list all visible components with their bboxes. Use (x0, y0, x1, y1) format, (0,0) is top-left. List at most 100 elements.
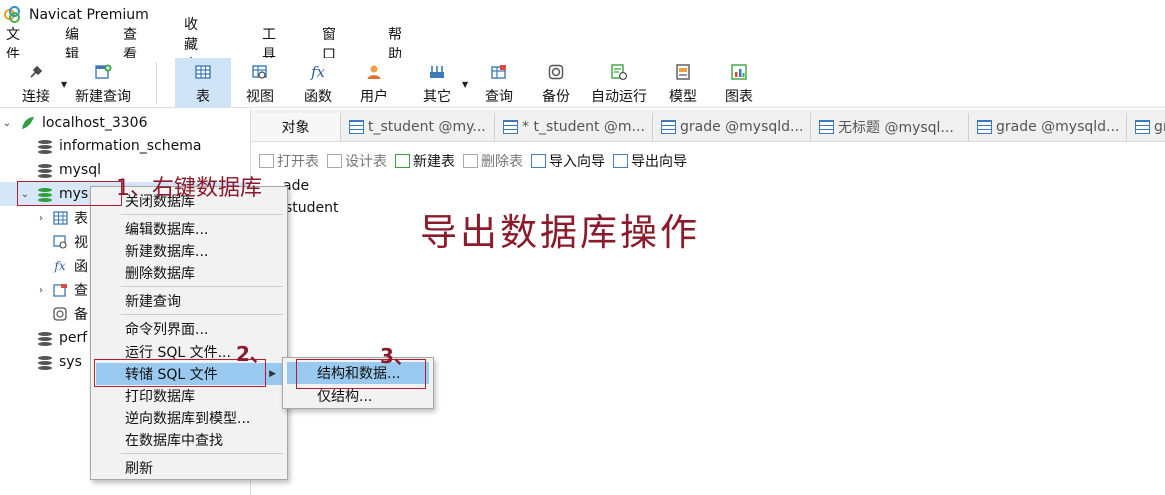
tree-item-views[interactable]: 视 (52, 230, 88, 254)
tree-connection-localhost[interactable]: ⌄ localhost_3306 (2, 111, 148, 135)
object-toolbar: 打开表 设计表 新建表 删除表 导入向导 导出向导 (251, 148, 695, 174)
view-button[interactable]: 视图 (238, 58, 282, 108)
query-icon (490, 63, 508, 81)
chevron-down-icon[interactable]: ⌄ (2, 118, 12, 129)
tree-db-information-schema[interactable]: information_schema (38, 134, 202, 158)
user-button[interactable]: 用户 (352, 58, 396, 108)
menu-new-database[interactable]: 新建数据库... (91, 240, 287, 262)
view-icon (251, 63, 269, 81)
chart-icon (730, 63, 748, 81)
menu-delete-database[interactable]: 删除数据库 (91, 262, 287, 284)
annotation-step2: 2、 (236, 342, 270, 366)
database-icon (38, 355, 52, 370)
toolbar-separator (156, 62, 157, 104)
other-button[interactable]: 其它 (415, 58, 459, 108)
main-toolbar: 连接 ▼ 新建查询 表 视图 fx 函数 用户 其它 ▼ 查询 备份 自动运行 … (0, 58, 1165, 108)
table-icon (349, 120, 364, 134)
function-button[interactable]: fx 函数 (296, 58, 340, 108)
other-icon (428, 63, 446, 81)
other-dropdown-caret-icon[interactable]: ▼ (462, 80, 468, 89)
backup-icon (547, 63, 565, 81)
menu-separator (121, 214, 283, 215)
tree-item-functions[interactable]: fx 函 (52, 254, 88, 278)
menu-refresh[interactable]: 刷新 (91, 457, 287, 479)
new-query-button[interactable]: 新建查询 (70, 58, 136, 108)
table-icon (194, 63, 212, 81)
window-title: Navicat Premium (29, 7, 149, 23)
chevron-right-icon[interactable]: › (36, 285, 46, 296)
menu-new-query[interactable]: 新建查询 (91, 290, 287, 312)
new-table-button[interactable]: 新建表 (395, 151, 455, 171)
chart-button[interactable]: 图表 (717, 58, 761, 108)
plug-icon (27, 63, 45, 81)
model-icon (674, 63, 692, 81)
table-button[interactable]: 表 (175, 58, 231, 108)
menu-print-database[interactable]: 打印数据库 (91, 385, 287, 407)
tab-bar: 对象 t_student @my... * t_student @m... gr… (251, 110, 1165, 142)
open-table-button[interactable]: 打开表 (259, 151, 319, 171)
tab-t-student-modified[interactable]: * t_student @m... (497, 113, 653, 141)
import-icon (531, 154, 546, 168)
export-icon (613, 154, 628, 168)
view-icon (819, 120, 834, 134)
tree-item-backups[interactable]: 备 (52, 302, 88, 326)
menu-separator (121, 314, 283, 315)
database-icon (38, 331, 52, 346)
delete-table-button[interactable]: 删除表 (463, 151, 523, 171)
tab-grade-2[interactable]: grade @mysqld... (971, 113, 1127, 141)
menu-find-in-database[interactable]: 在数据库中查找 (91, 429, 287, 451)
table-icon (503, 120, 518, 134)
tab-grade-3[interactable]: gr (1129, 113, 1165, 141)
tree-db-performance-schema[interactable]: perf (38, 326, 87, 350)
design-table-icon (327, 154, 342, 168)
connection-icon (20, 116, 36, 131)
tab-objects[interactable]: 对象 (251, 113, 341, 141)
query-icon (52, 283, 68, 298)
model-button[interactable]: 模型 (661, 58, 705, 108)
navicat-window: Navicat Premium 文件 编辑 查看 收藏夹 工具 窗口 帮助 连接… (0, 0, 1165, 495)
function-icon: fx (310, 63, 325, 81)
annotation-step3: 3、 (380, 344, 414, 368)
table-icon (1135, 120, 1150, 134)
table-icon (977, 120, 992, 134)
menu-separator (121, 286, 283, 287)
chevron-right-icon[interactable]: › (36, 213, 46, 224)
query-button[interactable]: 查询 (477, 58, 521, 108)
title-bar: Navicat Premium (0, 0, 1165, 30)
database-icon (38, 139, 52, 154)
backup-button[interactable]: 备份 (534, 58, 578, 108)
tab-untitled[interactable]: 无标题 @mysql... (813, 113, 969, 141)
table-item-student[interactable]: student (285, 200, 339, 216)
caption-annotation: 导出数据库操作 (420, 211, 700, 254)
import-wizard-button[interactable]: 导入向导 (531, 151, 605, 171)
auto-run-icon (610, 63, 628, 81)
tab-t-student[interactable]: t_student @my... (343, 113, 495, 141)
tree-item-queries[interactable]: › 查 (36, 278, 88, 302)
menu-command-line[interactable]: 命令列界面... (91, 318, 287, 340)
design-table-button[interactable]: 设计表 (327, 151, 387, 171)
table-icon (52, 211, 68, 226)
connect-dropdown-caret-icon[interactable]: ▼ (61, 80, 67, 89)
export-wizard-button[interactable]: 导出向导 (613, 151, 687, 171)
open-table-icon (259, 154, 274, 168)
tree-db-mysql[interactable]: mysql (38, 158, 101, 182)
function-icon: fx (54, 259, 66, 273)
menu-separator (121, 453, 283, 454)
tab-grade[interactable]: grade @mysqld... (655, 113, 811, 141)
annotation-step1: 1、右键数据库 (116, 176, 262, 201)
database-icon (38, 163, 52, 178)
menu-reverse-to-model[interactable]: 逆向数据库到模型... (91, 407, 287, 429)
user-icon (365, 63, 383, 81)
database-context-menu: 关闭数据库 编辑数据库... 新建数据库... 删除数据库 新建查询 命令列界面… (90, 186, 288, 480)
new-query-icon (94, 63, 112, 81)
auto-run-button[interactable]: 自动运行 (587, 58, 651, 108)
menu-edit-database[interactable]: 编辑数据库... (91, 218, 287, 240)
connect-button[interactable]: 连接 (14, 58, 58, 108)
tree-db-sys[interactable]: sys (38, 350, 82, 374)
new-table-icon (395, 154, 410, 168)
tree-item-tables[interactable]: › 表 (36, 206, 88, 230)
table-icon (661, 120, 676, 134)
delete-table-icon (463, 154, 478, 168)
backup-icon (52, 307, 68, 322)
view-icon (52, 235, 68, 250)
